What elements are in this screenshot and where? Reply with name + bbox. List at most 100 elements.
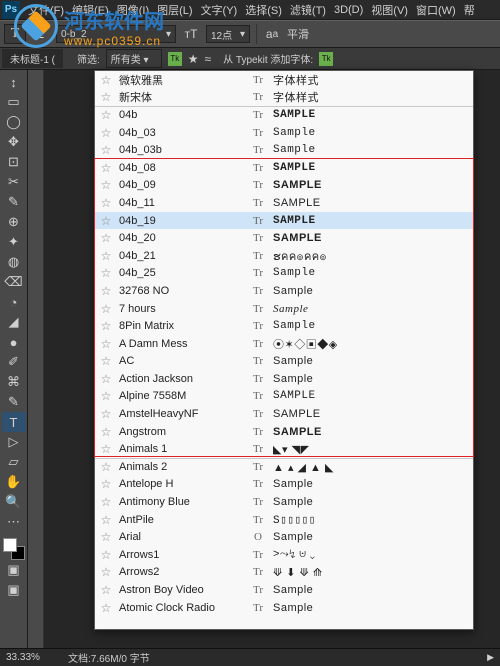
favorite-star-icon[interactable]: ☆	[95, 266, 117, 280]
tool-preset-icon[interactable]: T	[4, 24, 26, 44]
favorite-star-icon[interactable]: ☆	[95, 143, 117, 157]
font-row[interactable]: ☆7 hoursTrSample	[95, 300, 473, 318]
similar-filter-icon[interactable]: ≈	[205, 52, 212, 66]
font-row[interactable]: ☆04bTrSample	[95, 106, 473, 124]
menu-edit[interactable]: 编辑(E)	[68, 2, 113, 18]
favorite-star-icon[interactable]: ☆	[95, 90, 117, 104]
favorite-star-icon[interactable]: ☆	[95, 108, 117, 122]
tool-2[interactable]: ◯	[2, 112, 26, 132]
anti-alias-value[interactable]: 平滑	[287, 26, 309, 42]
tool-4[interactable]: ⊡	[2, 152, 26, 172]
favorite-star-icon[interactable]: ☆	[95, 565, 117, 579]
favorite-star-icon[interactable]: ☆	[95, 601, 117, 615]
font-row[interactable]: ☆AmstelHeavyNFTrSAMPLE	[95, 405, 473, 423]
favorite-star-icon[interactable]: ☆	[95, 231, 117, 245]
tool-15[interactable]: ⌘	[2, 372, 26, 392]
favorite-star-icon[interactable]: ☆	[95, 249, 117, 263]
favorite-star-icon[interactable]: ☆	[95, 196, 117, 210]
favorite-star-icon[interactable]: ☆	[95, 425, 117, 439]
font-family-input[interactable]: 0-b_2▾	[56, 25, 176, 43]
font-row[interactable]: ☆Atomic Clock RadioTrSample	[95, 599, 473, 617]
status-menu-icon[interactable]: ▶	[487, 652, 494, 663]
font-row[interactable]: ☆Animals 2Tr▲ ▴ ◢ ▲ ◣	[95, 458, 473, 476]
menu-layer[interactable]: 图层(L)	[153, 2, 196, 18]
tool-18[interactable]: ▷	[2, 432, 26, 452]
favorite-star-icon[interactable]: ☆	[95, 548, 117, 562]
font-row[interactable]: ☆AngstromTrSAMPLE	[95, 423, 473, 441]
font-row[interactable]: ☆04b_19Trsample	[95, 212, 473, 230]
color-swatches[interactable]	[3, 538, 25, 560]
font-row[interactable]: ☆ArialOSample	[95, 528, 473, 546]
favorite-star-icon[interactable]: ☆	[95, 477, 117, 491]
font-row[interactable]: ☆04b_21Trຮคค๏คค๏	[95, 247, 473, 265]
menu-filter[interactable]: 滤镜(T)	[286, 2, 330, 18]
favorite-star-icon[interactable]: ☆	[95, 126, 117, 140]
font-row[interactable]: ☆Astron Boy VideoTrSample	[95, 581, 473, 599]
tool-21[interactable]: 🔍	[2, 492, 26, 512]
font-row[interactable]: ☆Action JacksonTrSample	[95, 370, 473, 388]
menu-3d[interactable]: 3D(D)	[330, 4, 367, 16]
favorite-star-icon[interactable]: ☆	[95, 530, 117, 544]
tool-11[interactable]: ◔	[2, 292, 26, 312]
font-row[interactable]: ☆04b_11Trsample	[95, 194, 473, 212]
tool-12[interactable]: ◢	[2, 312, 26, 332]
tool-3[interactable]: ✥	[2, 132, 26, 152]
font-row[interactable]: ☆04b_08TrSAMPLE	[95, 159, 473, 177]
favorite-star-icon[interactable]: ☆	[95, 389, 117, 403]
tool-5[interactable]: ✂	[2, 172, 26, 192]
favorite-star-icon[interactable]: ☆	[95, 337, 117, 351]
menu-image[interactable]: 图像(I)	[113, 2, 153, 18]
font-row[interactable]: ☆Animals 1Tr◣▾ ◥◤	[95, 440, 473, 458]
tool-8[interactable]: ✦	[2, 232, 26, 252]
font-row[interactable]: ☆04b_20Trsample	[95, 229, 473, 247]
tool-14[interactable]: ✐	[2, 352, 26, 372]
favorite-star-icon[interactable]: ☆	[95, 583, 117, 597]
favorite-star-icon[interactable]: ☆	[95, 407, 117, 421]
menu-file[interactable]: 文件(F)	[24, 2, 68, 18]
tool-22[interactable]: ⋯	[2, 512, 26, 532]
font-row[interactable]: ☆Antimony BlueTrSample	[95, 493, 473, 511]
favorite-star-icon[interactable]: ☆	[95, 73, 117, 87]
favorite-star-icon[interactable]: ☆	[95, 178, 117, 192]
favorite-star-icon[interactable]: ☆	[95, 354, 117, 368]
font-row[interactable]: ☆04b_03bTrSample	[95, 141, 473, 159]
font-row[interactable]: ☆AntPileTrS▯▯▯▯▯	[95, 511, 473, 529]
font-row[interactable]: ☆04b_03TrSample	[95, 124, 473, 142]
tool-20[interactable]: ✋	[2, 472, 26, 492]
favorite-star-icon[interactable]: ☆	[95, 319, 117, 333]
tool-10[interactable]: ⌫	[2, 272, 26, 292]
font-row[interactable]: ☆Arrows2Tr⟱ ⬇ ⟱ ⟰	[95, 564, 473, 582]
favorite-star-icon[interactable]: ☆	[95, 284, 117, 298]
typekit-badge-icon[interactable]: Tk	[168, 52, 182, 66]
favorite-star-icon[interactable]: ☆	[95, 442, 117, 456]
font-row[interactable]: ☆微软雅黑Tr字体样式	[95, 71, 473, 89]
tool-7[interactable]: ⊕	[2, 212, 26, 232]
menu-help[interactable]: 帮	[460, 2, 479, 18]
font-row[interactable]: ☆04b_09TrSAMPLE	[95, 177, 473, 195]
tool-16[interactable]: ✎	[2, 392, 26, 412]
menu-type[interactable]: 文字(Y)	[197, 2, 242, 18]
menu-window[interactable]: 窗口(W)	[412, 2, 460, 18]
zoom-level[interactable]: 33.33%	[6, 652, 60, 663]
font-row[interactable]: ☆新宋体Tr字体样式	[95, 89, 473, 107]
document-tab[interactable]: 未标题-1 (	[2, 49, 63, 68]
tool-17[interactable]: T	[2, 412, 26, 432]
favorite-star-icon[interactable]: ☆	[95, 513, 117, 527]
font-row[interactable]: ☆ACTrSample	[95, 353, 473, 371]
tool-0[interactable]: ↕	[2, 72, 26, 92]
favorite-star-icon[interactable]: ☆	[95, 460, 117, 474]
font-filter-select[interactable]: 所有类 ▾	[106, 49, 162, 68]
tool-19[interactable]: ▱	[2, 452, 26, 472]
font-row[interactable]: ☆Alpine 7558MTrSAMPLE	[95, 388, 473, 406]
font-size-input[interactable]: 12点▾	[206, 25, 250, 43]
font-row[interactable]: ☆A Damn MessTr⦿✶◇▣◆◈	[95, 335, 473, 353]
font-row[interactable]: ☆04b_25TrSample	[95, 265, 473, 283]
quickmask-icon[interactable]: ▣	[2, 560, 26, 580]
tool-9[interactable]: ◍	[2, 252, 26, 272]
favorite-filter-icon[interactable]: ★	[188, 52, 199, 66]
favorite-star-icon[interactable]: ☆	[95, 214, 117, 228]
menu-select[interactable]: 选择(S)	[241, 2, 286, 18]
typekit-add-icon[interactable]: Tk	[319, 52, 333, 66]
font-row[interactable]: ☆32768 NOTrSample	[95, 282, 473, 300]
screenmode-icon[interactable]: ▣	[2, 580, 26, 600]
